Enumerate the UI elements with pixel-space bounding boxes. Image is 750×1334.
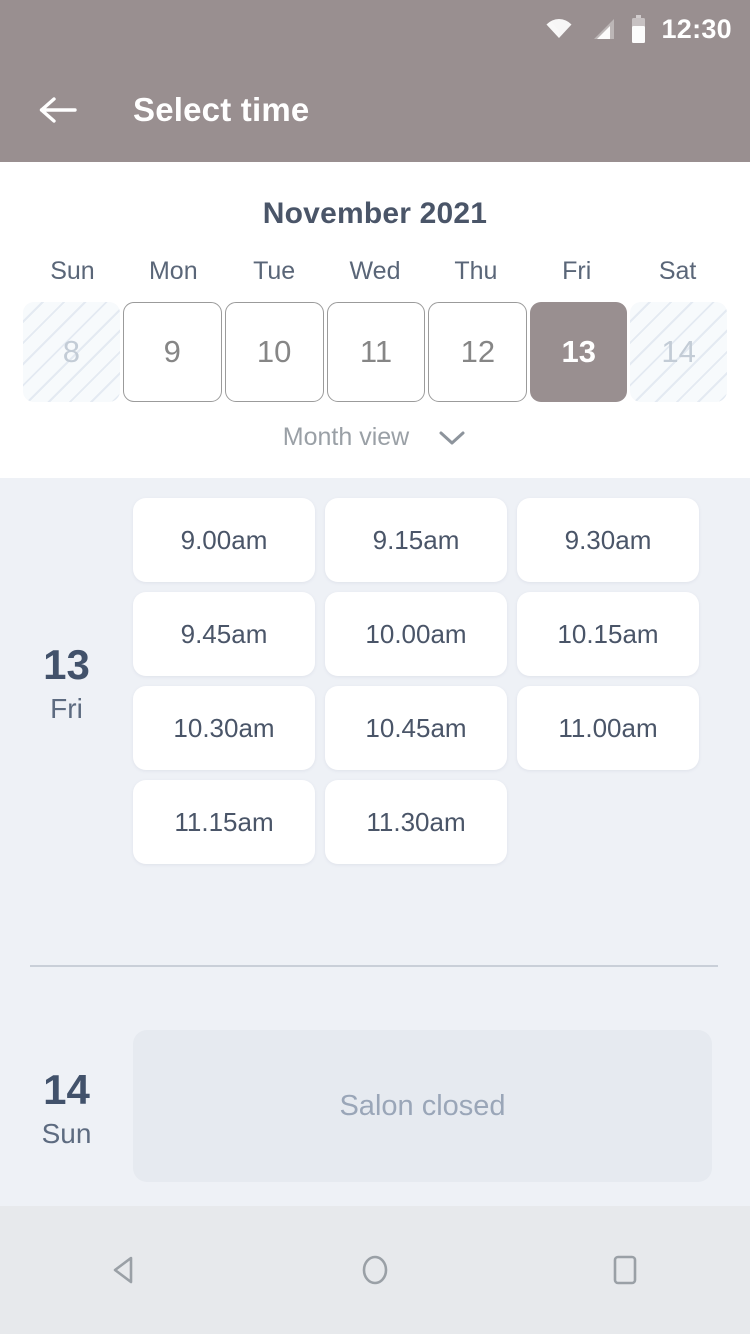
time-slot[interactable]: 9.15am	[325, 498, 507, 582]
nav-recents-button[interactable]	[565, 1225, 685, 1315]
month-view-toggle[interactable]: Month view	[0, 423, 750, 452]
schedule-day-number: 13	[43, 640, 90, 688]
signal-icon	[594, 19, 615, 39]
time-slot[interactable]: 10.15am	[517, 592, 699, 676]
status-bar-clock: 12:30	[661, 13, 732, 44]
time-slot[interactable]: 9.00am	[133, 498, 315, 582]
schedule-group-13: 13 Fri 9.00am 9.15am 9.30am 9.45am 10.00…	[0, 478, 750, 884]
weekday-label-sat: Sat	[658, 257, 697, 285]
calendar-day-8: 8	[23, 302, 120, 402]
nav-back-icon	[113, 1256, 133, 1284]
app-bar: Select time	[0, 58, 750, 162]
weekday-label-mon: Mon	[148, 257, 198, 285]
schedule-list: 13 Fri 9.00am 9.15am 9.30am 9.45am 10.00…	[0, 478, 750, 1206]
back-arrow-icon	[39, 97, 77, 123]
calendar-day-9[interactable]: 9	[122, 302, 222, 402]
schedule-day-dow: Sun	[41, 1117, 92, 1149]
weekday-label-sun: Sun	[50, 257, 95, 285]
month-view-label: Month view	[282, 423, 410, 451]
android-nav-bar	[0, 1206, 750, 1334]
back-button[interactable]	[24, 77, 90, 143]
nav-back-button[interactable]	[65, 1225, 185, 1315]
time-slot[interactable]: 10.45am	[325, 686, 507, 770]
schedule-day-label-14: 14 Sun	[0, 1018, 133, 1194]
battery-icon	[632, 15, 646, 43]
group-divider	[30, 965, 718, 967]
time-slot-grid: 9.00am 9.15am 9.30am 9.45am 10.00am 10.1…	[133, 478, 750, 884]
schedule-group-14: 14 Sun Salon closed	[0, 1018, 750, 1194]
page-title: Select time	[133, 91, 310, 128]
nav-home-icon	[362, 1255, 388, 1285]
calendar-day-row: 8 9 10 11 12 13 14	[0, 302, 750, 402]
calendar-day-13-selected[interactable]: 13	[530, 302, 628, 402]
calendar-day-10[interactable]: 10	[224, 302, 324, 402]
weekday-label-fri: Fri	[562, 257, 592, 285]
time-slot[interactable]: 9.30am	[517, 498, 699, 582]
salon-closed-card: Salon closed	[133, 1030, 712, 1182]
schedule-day-number: 14	[43, 1065, 90, 1113]
calendar-month-title: November 2021	[262, 197, 488, 230]
nav-home-button[interactable]	[315, 1225, 435, 1315]
weekday-label-wed: Wed	[349, 257, 401, 285]
time-slot[interactable]: 11.00am	[517, 686, 699, 770]
app-screen: 12:30 Select time November 2021 Sun Mon …	[0, 0, 750, 1334]
schedule-day-dow: Fri	[50, 692, 83, 724]
wifi-icon	[546, 19, 572, 38]
time-slot[interactable]: 10.00am	[325, 592, 507, 676]
weekday-label-thu: Thu	[454, 257, 498, 285]
calendar-panel: November 2021 Sun Mon Tue Wed Thu Fri Sa…	[0, 162, 750, 478]
status-bar: 12:30	[0, 0, 750, 58]
chevron-down-icon	[439, 431, 465, 444]
time-slot[interactable]: 10.30am	[133, 686, 315, 770]
time-slot[interactable]: 9.45am	[133, 592, 315, 676]
schedule-day-label-13: 13 Fri	[0, 478, 133, 884]
calendar-day-12[interactable]: 12	[428, 302, 528, 402]
calendar-day-14: 14	[630, 302, 728, 402]
weekday-label-row: Sun Mon Tue Wed Thu Fri Sat	[0, 257, 750, 286]
time-slot[interactable]: 11.15am	[133, 780, 315, 864]
calendar-day-11[interactable]: 11	[326, 302, 426, 402]
nav-recents-icon	[613, 1255, 637, 1285]
weekday-label-tue: Tue	[253, 257, 296, 285]
time-slot[interactable]: 11.30am	[325, 780, 507, 864]
